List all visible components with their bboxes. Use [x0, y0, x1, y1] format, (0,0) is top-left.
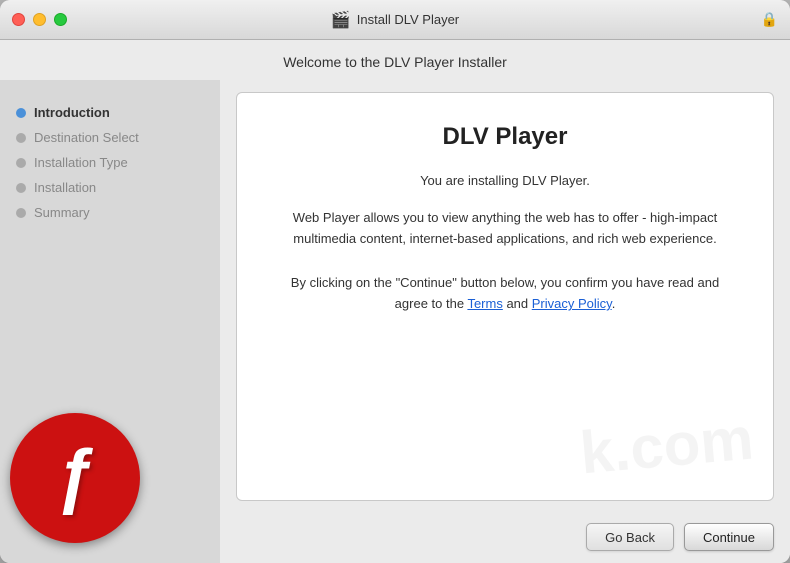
sidebar-item-destination[interactable]: Destination Select: [0, 125, 220, 150]
intro-text: You are installing DLV Player.: [420, 171, 590, 192]
titlebar: 🎬 Install DLV Player 🔒: [0, 0, 790, 40]
agreement-suffix: .: [612, 296, 616, 311]
terms-link[interactable]: Terms: [467, 296, 502, 311]
sidebar-label-destination: Destination Select: [34, 130, 139, 145]
sidebar-label-introduction: Introduction: [34, 105, 110, 120]
content-box: k.com DLV Player You are installing DLV …: [236, 92, 774, 501]
window-title: Install DLV Player: [357, 12, 459, 27]
go-back-button[interactable]: Go Back: [586, 523, 674, 551]
agreement-middle: and: [503, 296, 532, 311]
sidebar-bullet-installation-type: [16, 158, 26, 168]
zoom-button[interactable]: [54, 13, 67, 26]
sidebar-bullet-introduction: [16, 108, 26, 118]
sidebar-item-introduction[interactable]: Introduction: [0, 100, 220, 125]
sidebar-bullet-destination: [16, 133, 26, 143]
product-title: DLV Player: [443, 123, 568, 151]
app-icon: 🎬: [331, 10, 351, 30]
close-button[interactable]: [12, 13, 25, 26]
lock-icon: 🔒: [761, 11, 778, 28]
sidebar: Introduction Destination Select Installa…: [0, 80, 220, 563]
sidebar-label-summary: Summary: [34, 205, 90, 220]
agreement-text: By clicking on the "Continue" button bel…: [277, 273, 733, 315]
sidebar-bullet-summary: [16, 208, 26, 218]
window-title-area: 🎬 Install DLV Player: [331, 10, 459, 30]
continue-button[interactable]: Continue: [684, 523, 774, 551]
sidebar-label-installation: Installation: [34, 180, 96, 195]
content-wrapper: k.com DLV Player You are installing DLV …: [220, 80, 790, 563]
minimize-button[interactable]: [33, 13, 46, 26]
flash-f-letter: ƒ: [55, 440, 95, 512]
content-watermark: k.com: [577, 404, 756, 488]
main-body: Introduction Destination Select Installa…: [0, 80, 790, 563]
sidebar-item-installation-type[interactable]: Installation Type: [0, 150, 220, 175]
traffic-lights: [12, 13, 67, 26]
description-text: Web Player allows you to view anything t…: [277, 208, 733, 250]
privacy-policy-link[interactable]: Privacy Policy: [532, 296, 612, 311]
sidebar-bullet-installation: [16, 183, 26, 193]
header-text: Welcome to the DLV Player Installer: [283, 54, 507, 70]
main-content: k.com DLV Player You are installing DLV …: [220, 80, 790, 513]
flash-logo: ƒ: [10, 413, 140, 543]
installer-header: Welcome to the DLV Player Installer: [0, 40, 790, 80]
sidebar-label-installation-type: Installation Type: [34, 155, 128, 170]
flash-circle: ƒ: [10, 413, 140, 543]
installer-window: 🎬 Install DLV Player 🔒 Welcome to the DL…: [0, 0, 790, 563]
sidebar-item-summary[interactable]: Summary: [0, 200, 220, 225]
footer: Go Back Continue: [220, 513, 790, 563]
sidebar-item-installation[interactable]: Installation: [0, 175, 220, 200]
